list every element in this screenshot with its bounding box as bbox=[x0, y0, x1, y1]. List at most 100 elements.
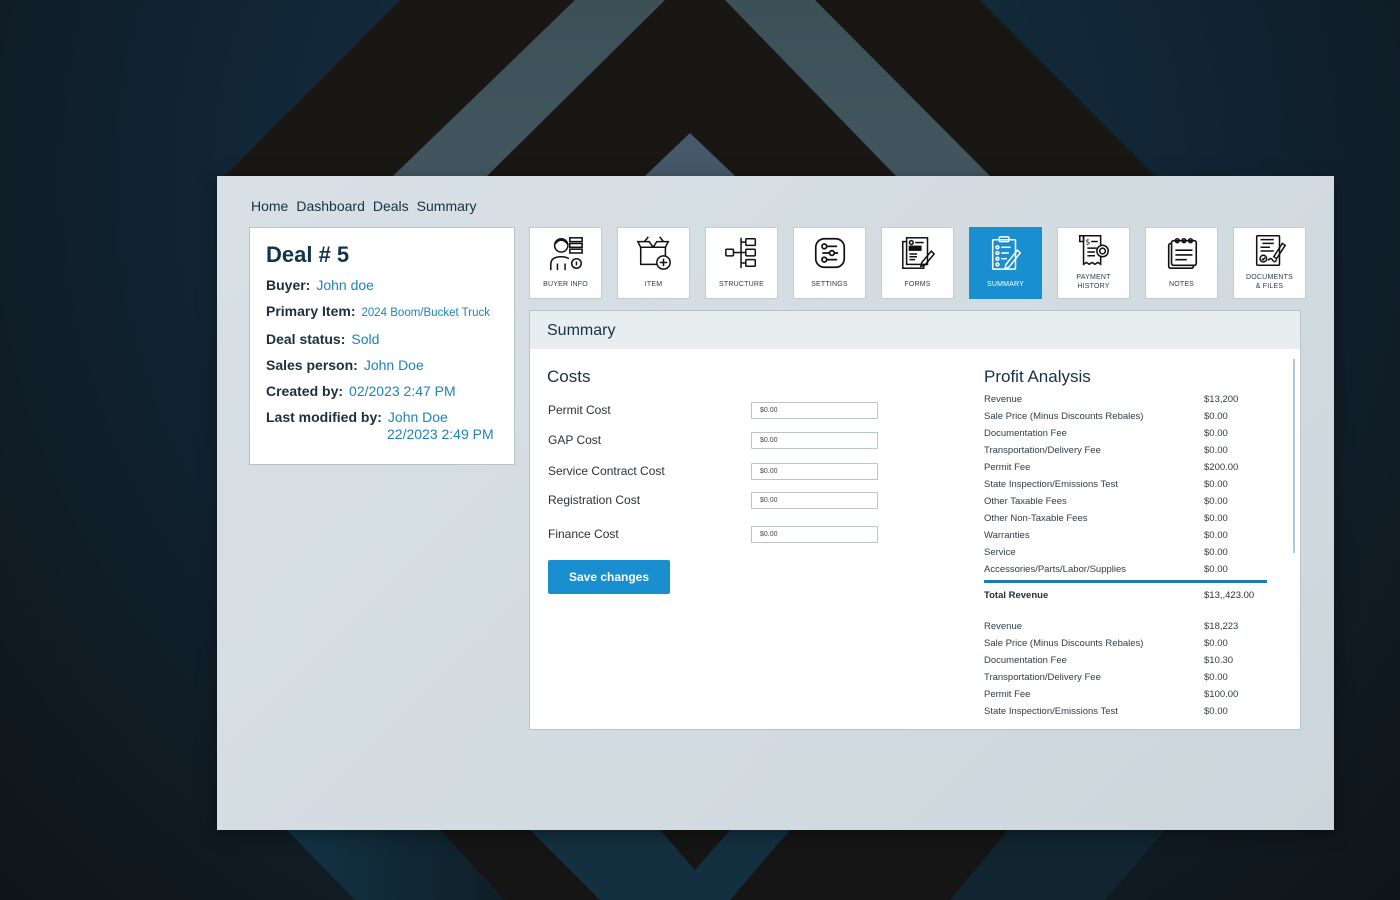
profit-item-label: Other Non-Taxable Fees bbox=[984, 513, 1088, 524]
tile-label: DOCUMENTS & FILES bbox=[1234, 273, 1305, 291]
profit-group-1: Revenue $13,200 Sale Price (Minus Discount… bbox=[984, 391, 1267, 578]
forms-icon bbox=[901, 237, 935, 269]
summary-panel: Summary Costs Permit Cost GAP Cost Servi… bbox=[529, 310, 1301, 730]
tile-label: PAYMENT HISTORY bbox=[1058, 273, 1129, 291]
tile-label: FORMS bbox=[904, 281, 931, 288]
profit-item-value: $13,200 bbox=[1204, 394, 1239, 405]
item-box-icon bbox=[636, 236, 671, 270]
documents-files-icon bbox=[1255, 235, 1286, 267]
profit-item-value: $100.00 bbox=[1204, 689, 1239, 700]
field-label: Deal status: bbox=[266, 331, 346, 347]
save-changes-button[interactable]: Save changes bbox=[548, 560, 670, 594]
tile-item[interactable]: ITEM bbox=[617, 227, 690, 299]
profit-row: State Inspection/Emissions Test $0.00 bbox=[984, 476, 1267, 493]
cost-label: Service Contract Cost bbox=[548, 464, 665, 478]
profit-item-label: Documentation Fee bbox=[984, 428, 1067, 439]
tile-label: ITEM bbox=[644, 281, 663, 288]
cost-row-gap: GAP Cost bbox=[548, 431, 878, 449]
field-label: Buyer: bbox=[266, 277, 311, 293]
deal-sales-person: Sales person: John Doe bbox=[266, 357, 498, 374]
svg-text:$: $ bbox=[1085, 237, 1090, 246]
costs-heading: Costs bbox=[547, 367, 591, 386]
tile-documents-files[interactable]: DOCUMENTS & FILES bbox=[1233, 227, 1306, 299]
tile-payment-history[interactable]: $ PAYMENT HISTORY bbox=[1057, 227, 1130, 299]
profit-item-value: $0.00 bbox=[1204, 672, 1228, 683]
tile-label: STRUCTURE bbox=[719, 281, 764, 288]
breadcrumb-dashboard[interactable]: Dashboard bbox=[296, 198, 365, 214]
deal-created-by: Created by: 02/2023 2:47 PM bbox=[266, 383, 498, 400]
profit-item-value: $200.00 bbox=[1204, 462, 1239, 473]
profit-analysis: Profit Analysis Revenue $13,200 Sale Price… bbox=[984, 367, 1267, 720]
total-separator bbox=[984, 580, 1267, 583]
created-by-value: 02/2023 2:47 PM bbox=[349, 383, 456, 399]
profit-item-label: Transportation/Delivery Fee bbox=[984, 445, 1101, 456]
tile-structure[interactable]: STRUCTURE bbox=[705, 227, 778, 299]
status-value: Sold bbox=[351, 331, 380, 347]
cost-label: Registration Cost bbox=[548, 493, 641, 507]
profit-row: Warranties $0.00 bbox=[984, 527, 1267, 544]
profit-item-label: Other Taxable Fees bbox=[984, 496, 1067, 507]
deal-primary-item: Primary Item: 2024 Boom/Bucket Truck bbox=[266, 303, 498, 322]
profit-item-label: Accessories/Parts/Labor/Supplies bbox=[984, 564, 1127, 575]
profit-item-label: State Inspection/Emissions Test bbox=[984, 479, 1118, 490]
profit-item-value: $0.00 bbox=[1204, 547, 1228, 558]
scrollbar[interactable] bbox=[1293, 359, 1295, 553]
tile-label: NOTES bbox=[1168, 281, 1195, 288]
gap-cost-input[interactable] bbox=[751, 431, 878, 449]
registration-cost-input[interactable] bbox=[751, 491, 878, 509]
tile-label: SETTINGS bbox=[811, 281, 848, 288]
finance-cost-input[interactable] bbox=[751, 525, 878, 543]
tile-label-line2: HISTORY bbox=[1077, 283, 1110, 290]
profit-row: State Inspection/Emissions Test $0.00 bbox=[984, 703, 1267, 720]
tile-summary[interactable]: SUMMARY bbox=[969, 227, 1042, 299]
notes-icon bbox=[1167, 237, 1197, 270]
profit-item-value: $0.00 bbox=[1204, 513, 1228, 524]
cost-row-finance: Finance Cost bbox=[548, 525, 878, 543]
profit-row: Revenue $18,223 bbox=[984, 618, 1267, 635]
profit-row: Other Taxable Fees $0.00 bbox=[984, 493, 1267, 510]
service-contract-cost-input[interactable] bbox=[751, 462, 878, 480]
deal-buyer: Buyer: John doe bbox=[266, 277, 498, 294]
tile-notes[interactable]: NOTES bbox=[1145, 227, 1218, 299]
app-window: Home Dashboard Deals Summary Deal # 5 Bu… bbox=[217, 176, 1334, 830]
cost-row-service-contract: Service Contract Cost bbox=[548, 462, 878, 480]
structure-icon bbox=[724, 237, 756, 269]
tile-label-line1: DOCUMENTS bbox=[1246, 274, 1293, 281]
last-modified-user[interactable]: John Doe bbox=[388, 409, 448, 425]
cost-label: GAP Cost bbox=[548, 433, 602, 447]
primary-item-link[interactable]: 2024 Boom/Bucket Truck bbox=[361, 307, 489, 319]
profit-item-value: $18,223 bbox=[1204, 621, 1239, 632]
profit-item-label: Documentation Fee bbox=[984, 655, 1067, 666]
tile-forms[interactable]: FORMS bbox=[881, 227, 954, 299]
breadcrumb-summary[interactable]: Summary bbox=[417, 198, 477, 214]
profit-item-label: State Inspection/Emissions Test bbox=[984, 706, 1118, 717]
field-label: Last modified by: bbox=[266, 409, 382, 425]
last-modified-date: 22/2023 2:49 PM bbox=[387, 426, 494, 442]
cost-row-registration: Registration Cost bbox=[548, 491, 878, 509]
breadcrumb-home[interactable]: Home bbox=[251, 198, 288, 214]
tile-settings[interactable]: SETTINGS bbox=[793, 227, 866, 299]
buyer-link[interactable]: John doe bbox=[316, 277, 374, 293]
field-label: Primary Item: bbox=[266, 303, 356, 319]
profit-row: Revenue $13,200 bbox=[984, 391, 1267, 408]
total-revenue-row: Total Revenue $13,,423.00 bbox=[984, 587, 1267, 604]
profit-group-2: Revenue $18,223 Sale Price (Minus Discount… bbox=[984, 618, 1267, 720]
profit-row: Transportation/Delivery Fee $0.00 bbox=[984, 442, 1267, 459]
tile-label-line2: & FILES bbox=[1255, 283, 1284, 290]
profit-row: Sale Price (Minus Discounts Rebales) $0.0… bbox=[984, 408, 1267, 425]
panel-title: Summary bbox=[530, 311, 1300, 349]
breadcrumb-deals[interactable]: Deals bbox=[373, 198, 409, 214]
profit-row: Sale Price (Minus Discounts Rebales) $0.0… bbox=[984, 635, 1267, 652]
permit-cost-input[interactable] bbox=[751, 401, 878, 419]
profit-row: Documentation Fee $10.30 bbox=[984, 652, 1267, 669]
profit-item-value: $0.00 bbox=[1204, 564, 1228, 575]
tile-buyer-info[interactable]: BUYER INFO bbox=[529, 227, 602, 299]
profit-item-value: $0.00 bbox=[1204, 530, 1228, 541]
sales-person-link[interactable]: John Doe bbox=[364, 357, 424, 373]
section-tiles: BUYER INFO ITEM STRUCTURE SETTINGS FORMS… bbox=[529, 227, 1306, 299]
breadcrumb: Home Dashboard Deals Summary bbox=[251, 198, 477, 214]
profit-item-label: Revenue bbox=[984, 621, 1023, 632]
profit-row: Permit Fee $100.00 bbox=[984, 686, 1267, 703]
profit-row: Permit Fee $200.00 bbox=[984, 459, 1267, 476]
cost-label: Finance Cost bbox=[548, 527, 619, 541]
